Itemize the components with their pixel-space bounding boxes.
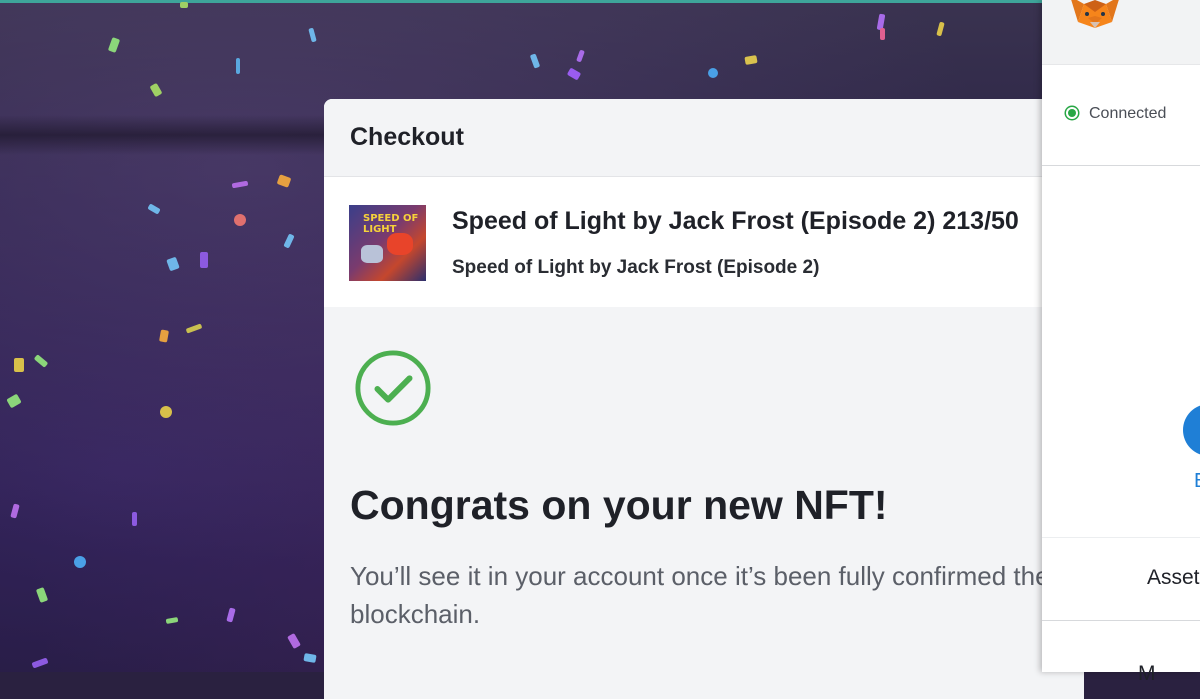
- connection-status-label: Connected: [1089, 105, 1167, 122]
- connection-status[interactable]: Connected: [1042, 65, 1200, 166]
- more-tab[interactable]: M: [1138, 662, 1156, 686]
- product-title: Speed of Light by Jack Frost (Episode 2)…: [452, 207, 1019, 235]
- wallet-action-label: E: [1194, 470, 1200, 493]
- thumbnail-craft: [361, 245, 383, 263]
- divider: [1042, 537, 1200, 538]
- success-heading: Congrats on your new NFT!: [350, 482, 888, 528]
- wallet-action-button[interactable]: [1183, 404, 1200, 456]
- confetti-piece: [180, 2, 188, 8]
- confetti-piece: [236, 58, 240, 74]
- connected-dot-icon: [1068, 109, 1076, 117]
- confetti-piece: [14, 358, 24, 372]
- confetti-piece: [74, 556, 86, 568]
- modal-title: Checkout: [350, 123, 464, 151]
- divider: [1042, 620, 1200, 621]
- confetti-piece: [200, 252, 208, 268]
- assets-tab[interactable]: Asset: [1147, 566, 1200, 590]
- checkout-modal: Checkout SPEED OF LIGHT Speed of Light b…: [324, 99, 1084, 699]
- metamask-header: [1042, 0, 1200, 65]
- confetti-piece: [708, 68, 718, 78]
- success-check-icon: [355, 350, 431, 426]
- confetti-piece: [160, 406, 172, 418]
- confetti-piece: [132, 512, 137, 526]
- top-accent-bar: [0, 0, 1042, 3]
- product-subtitle: Speed of Light by Jack Frost (Episode 2): [452, 257, 820, 278]
- thumbnail-burst: [387, 233, 413, 255]
- modal-header: Checkout: [324, 99, 1084, 177]
- metamask-fox-icon[interactable]: [1068, 0, 1122, 32]
- success-message: You’ll see it in your account once it’s …: [350, 561, 1050, 629]
- metamask-panel: Connected E Asset M: [1042, 0, 1200, 685]
- confetti-piece: [880, 28, 885, 40]
- nft-thumbnail: SPEED OF LIGHT: [349, 205, 426, 281]
- product-summary: SPEED OF LIGHT Speed of Light by Jack Fr…: [324, 177, 1084, 307]
- confetti-piece: [234, 214, 246, 226]
- thumbnail-text: SPEED OF LIGHT: [363, 213, 419, 235]
